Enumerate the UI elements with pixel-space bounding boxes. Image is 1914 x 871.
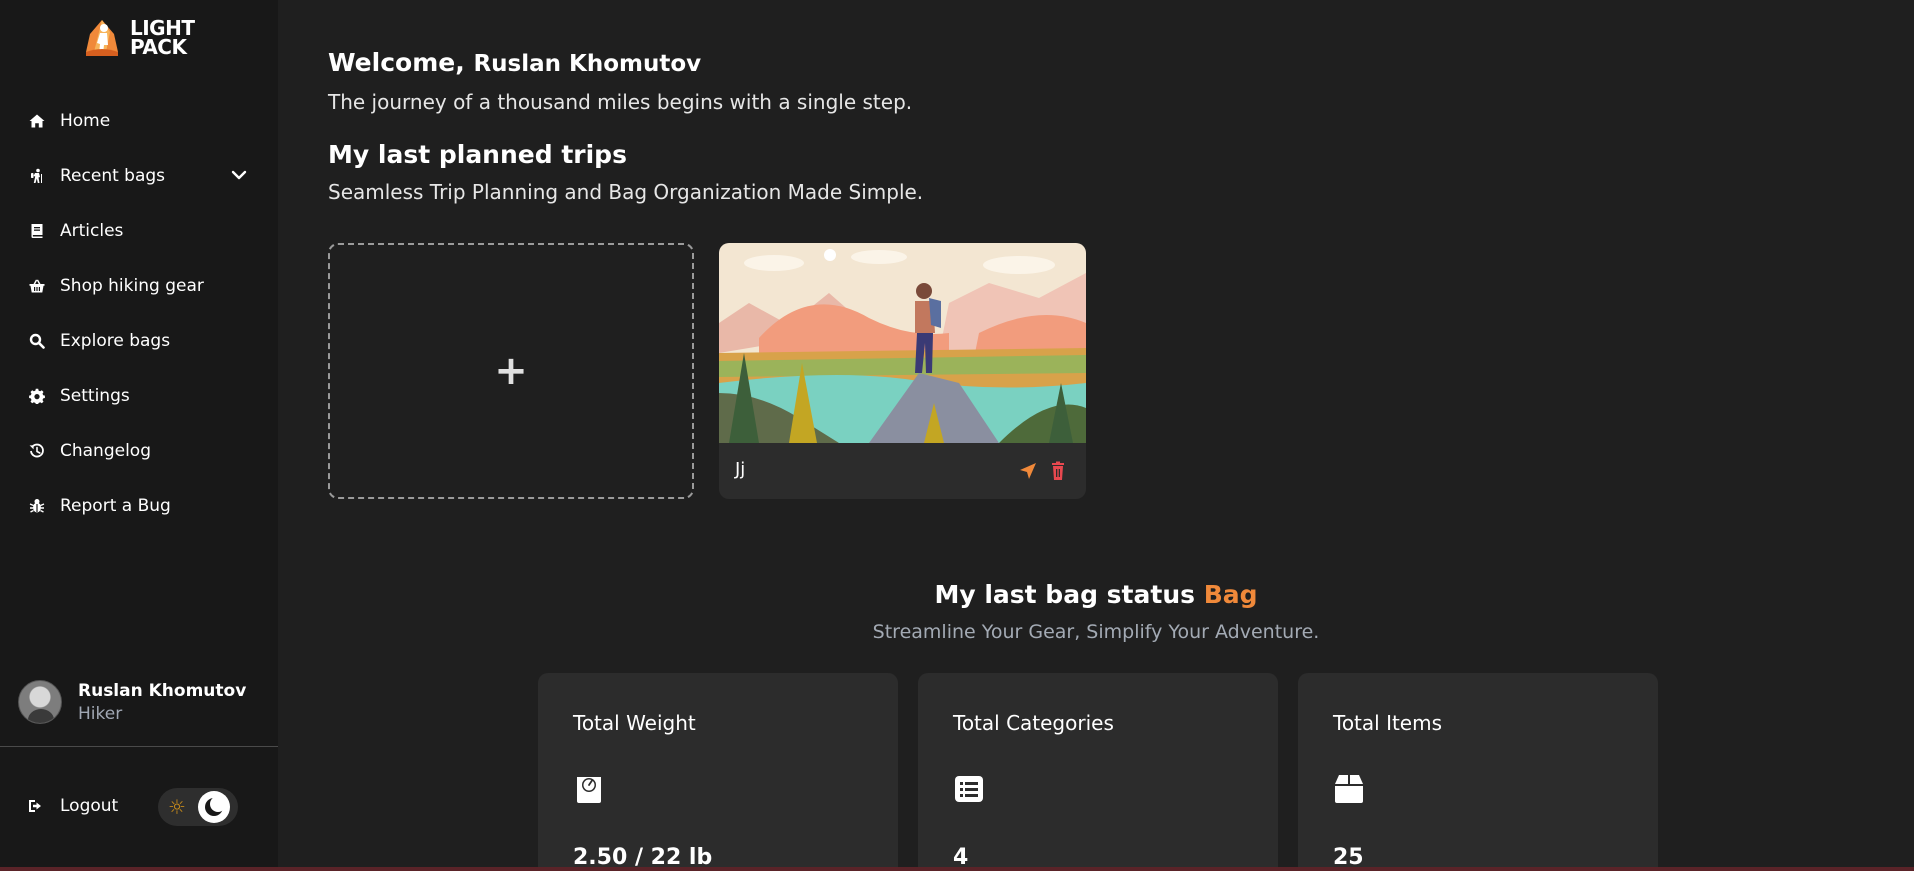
logo[interactable]: LIGHT PACK [80,16,200,60]
stat-card-weight: Total Weight 2.50 / 22 lb [538,673,898,871]
sidebar-item-label: Shop hiking gear [60,275,204,296]
sidebar-item-articles[interactable]: Articles [0,203,278,258]
trip-name: Jj [735,459,746,480]
stat-card-items: Total Items 25 [1298,673,1658,871]
sun-icon: ☼ [168,795,186,819]
logo-line-2: PACK [130,35,187,59]
scale-icon [573,773,605,805]
book-icon [28,222,46,240]
sidebar-item-home[interactable]: Home [0,93,278,148]
bottom-edge-line [0,867,1914,871]
logout-icon [29,800,41,812]
user-info: Ruslan Khomutov Hiker [78,681,246,724]
bag-status-subtitle: Streamline Your Gear, Simplify Your Adve… [872,621,1320,643]
trip-card[interactable]: Jj [719,243,1086,499]
history-icon [28,442,46,460]
avatar [18,680,62,724]
bag-status-accent: Bag [1203,580,1258,609]
home-icon [28,112,46,130]
user-name: Ruslan Khomutov [78,680,247,701]
logo-text: LIGHT PACK [130,18,195,59]
main-content: Welcome, Ruslan Khomutov The journey of … [278,0,1914,871]
sidebar-item-recent-bags[interactable]: Recent bags [0,148,278,203]
sidebar: LIGHT PACK Home Recent bags Articles Sho… [0,0,278,871]
stat-title: Total Weight [573,711,696,735]
welcome-user-name: Ruslan Khomutov [473,51,702,77]
trips-subtitle: Seamless Trip Planning and Bag Organizat… [328,180,924,204]
moon-icon [198,791,230,823]
plus-icon: + [494,348,528,394]
sidebar-item-label: Report a Bug [60,495,171,516]
logo-icon [86,20,118,56]
logout-button[interactable]: Logout [28,796,118,816]
sidebar-nav: Home Recent bags Articles Shop hiking ge… [0,93,278,533]
sidebar-item-label: Home [60,110,111,131]
sidebar-item-report-bug[interactable]: Report a Bug [0,478,278,533]
sidebar-item-label: Settings [60,385,130,406]
stat-title: Total Items [1333,711,1443,735]
user-role: Hiker [78,703,123,724]
stat-title: Total Categories [953,711,1114,735]
trash-icon[interactable] [1048,461,1068,481]
add-trip-button[interactable]: + [328,243,694,499]
sidebar-item-label: Articles [60,220,124,241]
theme-toggle[interactable]: ☼ [158,788,238,826]
trip-image [719,243,1086,443]
welcome-subtitle: The journey of a thousand miles begins w… [328,90,913,114]
location-arrow-icon[interactable] [1018,461,1038,481]
search-icon [28,332,46,350]
sidebar-divider [0,746,278,747]
stat-card-categories: Total Categories 4 [918,673,1278,871]
trips-title: My last planned trips [328,140,627,169]
bag-status-title-text: My last bag status [934,580,1195,609]
sidebar-item-label: Explore bags [60,330,171,351]
welcome-prefix: Welcome, [328,48,465,77]
sidebar-item-changelog[interactable]: Changelog [0,423,278,478]
list-icon [953,773,985,805]
logout-label: Logout [60,796,119,816]
chevron-down-icon[interactable] [230,166,248,184]
gear-icon [28,387,46,405]
sidebar-item-settings[interactable]: Settings [0,368,278,423]
box-icon [1333,773,1365,805]
user-profile[interactable]: Ruslan Khomutov Hiker [18,680,246,724]
sidebar-item-explore[interactable]: Explore bags [0,313,278,368]
sidebar-item-label: Changelog [60,440,152,461]
trip-footer: Jj [719,443,1086,499]
basket-icon [28,277,46,295]
bag-status-title: My last bag status Bag [278,580,1914,609]
welcome-heading: Welcome, Ruslan Khomutov [328,48,701,77]
sidebar-item-shop[interactable]: Shop hiking gear [0,258,278,313]
bug-icon [28,497,46,515]
sidebar-item-label: Recent bags [60,165,166,186]
hiker-icon [28,167,46,185]
